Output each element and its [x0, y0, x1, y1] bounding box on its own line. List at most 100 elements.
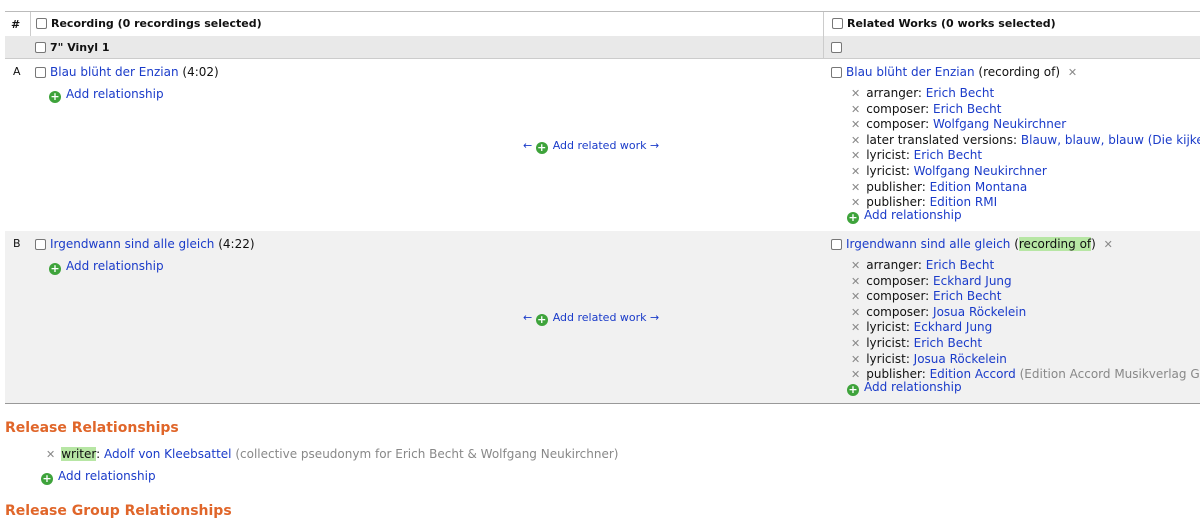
- medium-works-checkbox[interactable]: [831, 42, 842, 53]
- work-cell: Irgendwann sind alle gleich (recording o…: [831, 237, 1119, 251]
- add-work-relationship-button[interactable]: + Add relationship: [847, 380, 962, 396]
- relationship-target[interactable]: Erich Becht: [933, 289, 1001, 303]
- x-icon[interactable]: ✕: [851, 87, 860, 100]
- column-divider: [823, 36, 824, 58]
- relationship-target[interactable]: Erich Becht: [933, 102, 1001, 116]
- relationship-role[interactable]: lyricist: [866, 148, 906, 162]
- select-all-recordings-checkbox[interactable]: [36, 18, 47, 29]
- x-icon[interactable]: ✕: [851, 181, 860, 194]
- work-link[interactable]: Irgendwann sind alle gleich: [846, 237, 1010, 251]
- release-relationship: ✕ writer: Adolf von Kleebsattel (collecti…: [46, 447, 619, 461]
- recording-link[interactable]: Blau blüht der Enzian: [50, 65, 179, 79]
- relationship-role[interactable]: publisher: [866, 180, 921, 194]
- x-icon[interactable]: ✕: [851, 134, 860, 147]
- work-relationship: ✕ composer: Eckhard Jung: [851, 273, 1012, 288]
- work-relationship: ✕ composer: Josua Röckelein: [851, 304, 1027, 319]
- relationship-target[interactable]: Erich Becht: [914, 148, 982, 162]
- x-icon[interactable]: ✕: [851, 165, 860, 178]
- work-relationship: ✕ composer: Erich Becht: [851, 289, 1002, 304]
- track-row-a: A Blau blüht der Enzian (4:02) + Add rela…: [5, 59, 1200, 231]
- medium-row: 7" Vinyl 1: [5, 36, 1200, 59]
- add-related-work-button[interactable]: ← + Add related work →: [523, 311, 659, 326]
- recording-header-label: Recording (0 recordings selected): [51, 17, 262, 30]
- release-group-relationships-heading: Release Group Relationships: [5, 503, 232, 519]
- work-link[interactable]: Blau blüht der Enzian: [846, 65, 975, 79]
- column-recording: Recording (0 recordings selected): [30, 12, 826, 36]
- x-icon[interactable]: ✕: [851, 353, 860, 366]
- relationship-target[interactable]: Wolfgang Neukirchner: [914, 164, 1047, 178]
- relationship-role[interactable]: composer: [866, 289, 925, 303]
- work-cell: Blau blüht der Enzian (recording of) ✕: [831, 65, 1083, 79]
- release-relationships-heading: Release Relationships: [5, 420, 179, 436]
- x-icon[interactable]: ✕: [851, 306, 860, 319]
- add-recording-relationship-button[interactable]: + Add relationship: [49, 87, 164, 103]
- plus-circle-icon: +: [49, 262, 61, 275]
- x-icon[interactable]: ✕: [851, 103, 860, 116]
- work-relationship: ✕ composer: Erich Becht: [851, 101, 1002, 116]
- relationship-target[interactable]: Eckhard Jung: [933, 274, 1012, 288]
- work-relationship: ✕ publisher: Edition Montana: [851, 179, 1028, 194]
- recording-checkbox[interactable]: [35, 67, 46, 78]
- x-icon[interactable]: ✕: [851, 337, 860, 350]
- relationship-role[interactable]: lyricist: [866, 336, 906, 350]
- relationship-role[interactable]: composer: [866, 102, 925, 116]
- arrow-right-icon: →: [650, 311, 660, 324]
- x-icon[interactable]: ✕: [851, 275, 860, 288]
- recording-length: (4:22): [218, 237, 255, 251]
- add-work-relationship-button[interactable]: + Add relationship: [847, 208, 962, 224]
- work-relationship-type[interactable]: recording of: [983, 65, 1055, 79]
- relationship-role[interactable]: lyricist: [866, 320, 906, 334]
- relationship-target[interactable]: Josua Röckelein: [933, 305, 1026, 319]
- x-icon[interactable]: ✕: [851, 290, 860, 303]
- medium-recordings-checkbox[interactable]: [35, 42, 46, 53]
- relationship-target[interactable]: Edition Montana: [930, 180, 1028, 194]
- add-recording-relationship-button[interactable]: + Add relationship: [49, 259, 164, 275]
- relationship-role[interactable]: composer: [866, 274, 925, 288]
- relationship-role[interactable]: lyricist: [866, 352, 906, 366]
- medium-title: 7" Vinyl 1: [50, 41, 110, 54]
- relationship-role[interactable]: lyricist: [866, 164, 906, 178]
- relationship-target[interactable]: Erich Becht: [926, 258, 994, 272]
- medium-works-cell: [831, 41, 846, 54]
- relationship-target[interactable]: Wolfgang Neukirchner: [933, 117, 1066, 131]
- recording-cell: Irgendwann sind alle gleich (4:22): [35, 237, 255, 251]
- relationship-role[interactable]: arranger: [866, 86, 918, 100]
- relationship-target[interactable]: Erich Becht: [926, 86, 994, 100]
- plus-circle-icon: +: [847, 383, 859, 396]
- medium-title-cell: 7" Vinyl 1: [35, 41, 110, 54]
- work-relationship: ✕ lyricist: Erich Becht: [851, 148, 983, 163]
- recording-checkbox[interactable]: [35, 239, 46, 250]
- relationship-target[interactable]: Adolf von Kleebsattel: [104, 447, 232, 461]
- relationship-role[interactable]: composer: [866, 117, 925, 131]
- add-related-work-label: Add related work: [552, 311, 647, 324]
- plus-circle-icon: +: [535, 141, 548, 154]
- add-related-work-button[interactable]: ← + Add related work →: [523, 139, 659, 154]
- work-relationship: ✕ arranger: Erich Becht: [851, 86, 995, 100]
- relationship-target[interactable]: Erich Becht: [914, 336, 982, 350]
- work-relationship: ✕ composer: Wolfgang Neukirchner: [851, 117, 1067, 132]
- relationship-role[interactable]: writer: [61, 447, 97, 461]
- work-relationship: ✕ lyricist: Eckhard Jung: [851, 320, 993, 335]
- remove-work-icon[interactable]: ✕: [1104, 238, 1113, 251]
- remove-work-icon[interactable]: ✕: [1068, 66, 1077, 79]
- relationship-note: (collective pseudonym for Erich Becht & …: [235, 447, 619, 461]
- x-icon[interactable]: ✕: [851, 118, 860, 131]
- relationship-role[interactable]: arranger: [866, 258, 918, 272]
- recording-link[interactable]: Irgendwann sind alle gleich: [50, 237, 214, 251]
- select-all-works-checkbox[interactable]: [832, 18, 843, 29]
- relationship-role[interactable]: later translated versions: [866, 133, 1013, 147]
- relationship-target[interactable]: Blauw, blauw, blauw (Die kijke: [1021, 133, 1200, 147]
- relationship-role[interactable]: composer: [866, 305, 925, 319]
- x-icon[interactable]: ✕: [851, 149, 860, 162]
- work-relationship-type[interactable]: recording of: [1018, 237, 1092, 251]
- add-relationship-label: Add relationship: [864, 380, 962, 394]
- x-icon[interactable]: ✕: [851, 259, 860, 272]
- work-checkbox[interactable]: [831, 239, 842, 250]
- add-release-relationship-button[interactable]: + Add relationship: [41, 469, 156, 485]
- relationship-target[interactable]: Josua Röckelein: [914, 352, 1007, 366]
- x-icon[interactable]: ✕: [46, 448, 55, 461]
- x-icon[interactable]: ✕: [851, 321, 860, 334]
- work-checkbox[interactable]: [831, 67, 842, 78]
- relationship-note: (Edition Accord Musikverlag Gr: [1019, 367, 1200, 382]
- relationship-target[interactable]: Eckhard Jung: [914, 320, 993, 334]
